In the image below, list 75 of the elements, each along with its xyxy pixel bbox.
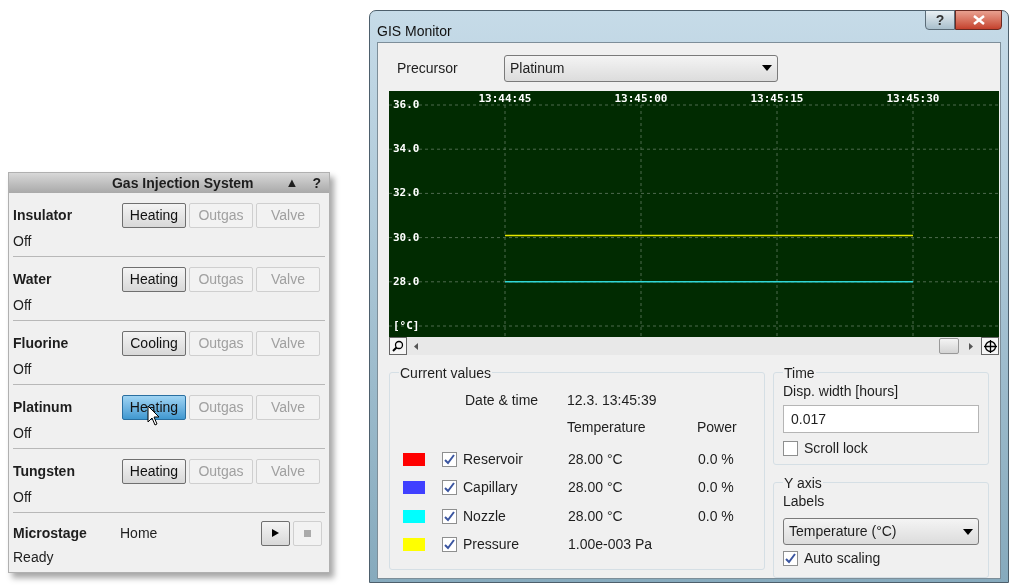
y-tick-label: 28.0 [393, 274, 420, 288]
stop-icon [304, 529, 311, 537]
status-text: Off [13, 424, 33, 443]
play-button[interactable] [261, 520, 290, 546]
column-header: Power [697, 418, 737, 437]
channel-name: Capillary [463, 478, 519, 498]
precursor-name: Water [13, 269, 53, 289]
field-label: Labels [783, 492, 826, 511]
precursor-dropdown[interactable]: Platinum [504, 54, 778, 82]
temperature-value: 28.00 °C [568, 478, 624, 498]
close-icon [972, 15, 985, 25]
precursor-label: Precursor [397, 58, 459, 78]
help-button[interactable]: ? [312, 172, 321, 194]
action-button[interactable]: Heating [122, 266, 186, 292]
scroll-right-icon[interactable] [969, 342, 973, 350]
power-value: 0.0 % [698, 449, 734, 469]
crosshair-icon [983, 339, 997, 353]
help-button[interactable]: ? [925, 10, 955, 30]
precursor-name: Fluorine [13, 333, 70, 353]
scroll-left-icon[interactable] [414, 342, 418, 350]
labels-dropdown[interactable]: Temperature (°C) [783, 518, 979, 545]
zoom-button[interactable] [389, 337, 407, 355]
date-label: Date & time [465, 391, 540, 410]
precursor-name: Platinum [13, 397, 74, 417]
precursor-name: Insulator [13, 205, 74, 225]
x-tick-label: 13:44:45 [478, 92, 532, 105]
precursor-name: Tungsten [13, 461, 76, 481]
position-text: Home [120, 523, 159, 543]
action-button[interactable]: Cooling [122, 330, 186, 356]
checkbox[interactable] [442, 508, 457, 524]
collapse-button[interactable]: ▲ [285, 173, 299, 193]
center-button[interactable] [981, 337, 999, 355]
checkbox[interactable] [442, 537, 457, 553]
x-tick-label: 13:45:30 [886, 92, 940, 105]
y-tick-label: 36.0 [393, 98, 420, 111]
checkbox-label: Auto scaling [804, 549, 881, 568]
status-text: Ready [13, 548, 55, 567]
temperature-value: 28.00 °C [568, 449, 624, 469]
power-value: 0.0 % [698, 478, 734, 498]
status-text: Off [13, 488, 33, 507]
status-text: Off [13, 232, 33, 251]
channel-name: Reservoir [463, 449, 524, 469]
action-button[interactable]: Heating [122, 458, 186, 484]
checkbox[interactable] [442, 451, 457, 467]
date-value: 12.3. 13:45:39 [567, 391, 657, 410]
x-tick-label: 13:45:15 [750, 92, 804, 105]
channel-name: Pressure [463, 535, 521, 555]
power-value: 0.0 % [698, 506, 734, 526]
window-title: GIS Monitor [377, 22, 452, 41]
close-button[interactable] [955, 10, 1002, 30]
action-button[interactable]: Heating [122, 202, 186, 228]
scrollbar-thumb[interactable] [939, 338, 959, 354]
y-tick-label: [°C] [393, 319, 420, 332]
caret-icon [963, 528, 973, 535]
display-width-field[interactable]: 0.017 [783, 405, 979, 433]
microstage-name: Microstage [13, 523, 88, 543]
column-header: Temperature [567, 418, 647, 437]
y-tick-label: 34.0 [393, 142, 420, 156]
y-tick-label: 30.0 [393, 230, 420, 244]
checkbox[interactable] [442, 480, 457, 496]
status-text: Off [13, 296, 33, 315]
play-icon [272, 529, 279, 537]
temperature-value: 28.00 °C [568, 506, 624, 526]
checkbox-label: Scroll lock [804, 439, 868, 458]
caret-icon [762, 65, 772, 71]
channel-name: Nozzle [463, 506, 507, 526]
status-text: Off [13, 360, 33, 379]
temperature-value: 1.00e-003 Pa [568, 535, 654, 555]
panel-title: Gas Injection System [111, 173, 254, 193]
checkbox[interactable] [783, 551, 798, 566]
checkbox[interactable] [783, 441, 798, 456]
field-label: Disp. width [hours] [783, 382, 900, 401]
x-tick-label: 13:45:00 [614, 92, 668, 105]
y-tick-label: 32.0 [393, 186, 420, 200]
magnifier-icon [392, 340, 404, 352]
